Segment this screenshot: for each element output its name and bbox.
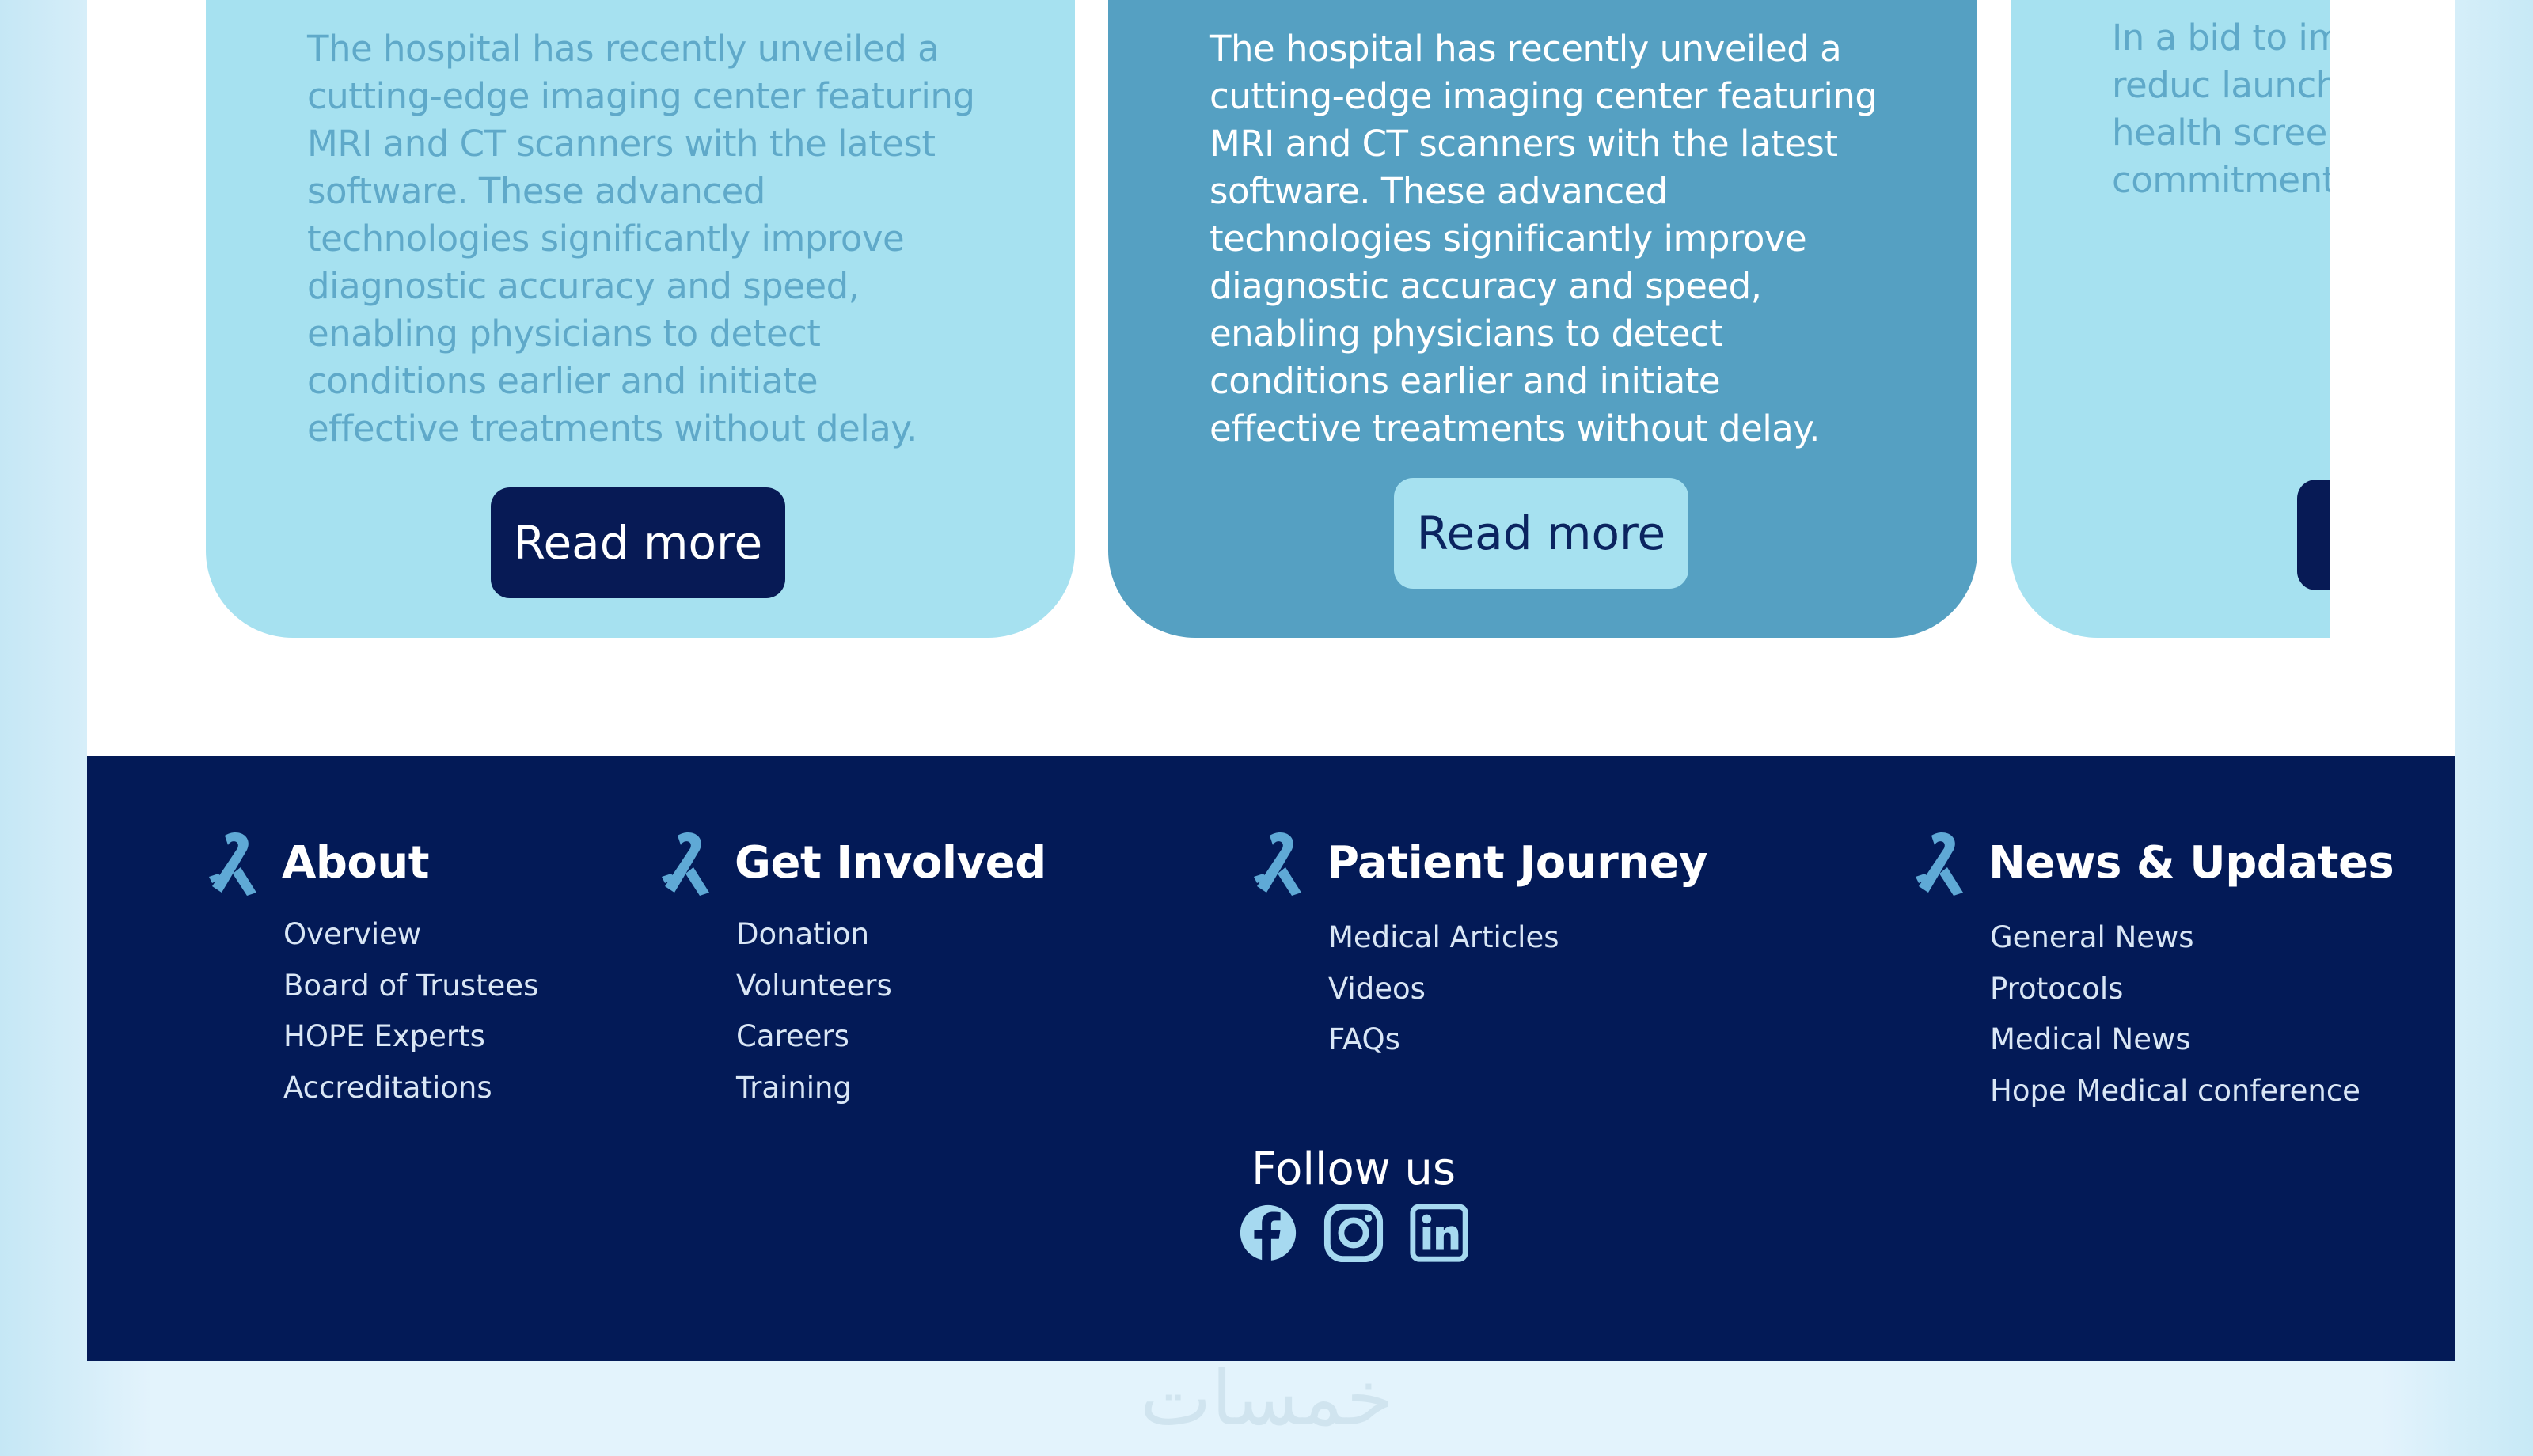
- site-footer: About Overview Board of Trustees HOPE Ex…: [87, 756, 2455, 1361]
- ribbon-icon: [1916, 832, 1963, 896]
- footer-column-news-updates: News & Updates General News Protocols Me…: [1912, 827, 2394, 1117]
- cards-carousel: The hospital has recently unveiled a cut…: [206, 0, 2330, 641]
- footer-link[interactable]: Medical News: [1990, 1014, 2394, 1066]
- read-more-button[interactable]: Read more: [1394, 478, 1688, 589]
- footer-column-get-involved: Get Involved Donation Volunteers Careers…: [659, 827, 1046, 1113]
- footer-link[interactable]: Accreditations: [283, 1063, 538, 1114]
- footer-column-title: Patient Journey: [1327, 836, 1708, 889]
- read-more-button[interactable]: R: [2297, 480, 2330, 590]
- instagram-icon[interactable]: [1323, 1202, 1384, 1264]
- footer-link[interactable]: Training: [736, 1063, 1046, 1114]
- footer-link[interactable]: Videos: [1328, 964, 1707, 1015]
- news-card-active: The hospital has recently unveiled a cut…: [1108, 0, 1977, 638]
- ribbon-icon: [1254, 832, 1301, 896]
- footer-link[interactable]: HOPE Experts: [283, 1011, 538, 1063]
- news-card: The hospital has recently unveiled a cut…: [206, 0, 1075, 638]
- footer-column-title: Get Involved: [735, 836, 1046, 889]
- footer-link[interactable]: Protocols: [1990, 964, 2394, 1015]
- footer-link[interactable]: Volunteers: [736, 961, 1046, 1012]
- follow-us-section: Follow us: [1116, 1142, 1591, 1264]
- news-card-partial: In a bid to im the hospital h rooms, red…: [2011, 0, 2330, 638]
- page-frame: The hospital has recently unveiled a cut…: [87, 0, 2455, 1361]
- social-links: [1116, 1202, 1591, 1264]
- footer-column-title: News & Updates: [1988, 836, 2394, 889]
- read-more-button[interactable]: Read more: [491, 487, 785, 598]
- card-text: The hospital has recently unveiled a cut…: [307, 28, 975, 449]
- footer-link[interactable]: Hope Medical conference: [1990, 1066, 2394, 1117]
- footer-column-patient-journey: Patient Journey Medical Articles Videos …: [1251, 827, 1708, 1066]
- footer-link[interactable]: FAQs: [1328, 1014, 1707, 1066]
- footer-link[interactable]: Board of Trustees: [283, 961, 538, 1012]
- footer-link[interactable]: Donation: [736, 909, 1046, 961]
- footer-link[interactable]: Overview: [283, 909, 538, 961]
- follow-us-title: Follow us: [1251, 1143, 1456, 1195]
- ribbon-icon: [209, 832, 256, 896]
- footer-link[interactable]: Medical Articles: [1328, 912, 1707, 964]
- linkedin-icon[interactable]: [1408, 1202, 1470, 1264]
- footer-link[interactable]: General News: [1990, 912, 2394, 964]
- watermark-logo: خمسات: [1139, 1354, 1394, 1443]
- footer-link[interactable]: Careers: [736, 1011, 1046, 1063]
- ribbon-icon: [662, 832, 709, 896]
- card-text: The hospital has recently unveiled a cut…: [1210, 28, 1878, 449]
- facebook-icon[interactable]: [1237, 1202, 1299, 1264]
- news-cards-section: The hospital has recently unveiled a cut…: [87, 0, 2455, 756]
- card-text: In a bid to im the hospital h rooms, red…: [2112, 17, 2330, 201]
- footer-column-title: About: [282, 836, 430, 889]
- footer-column-about: About Overview Board of Trustees HOPE Ex…: [206, 827, 538, 1113]
